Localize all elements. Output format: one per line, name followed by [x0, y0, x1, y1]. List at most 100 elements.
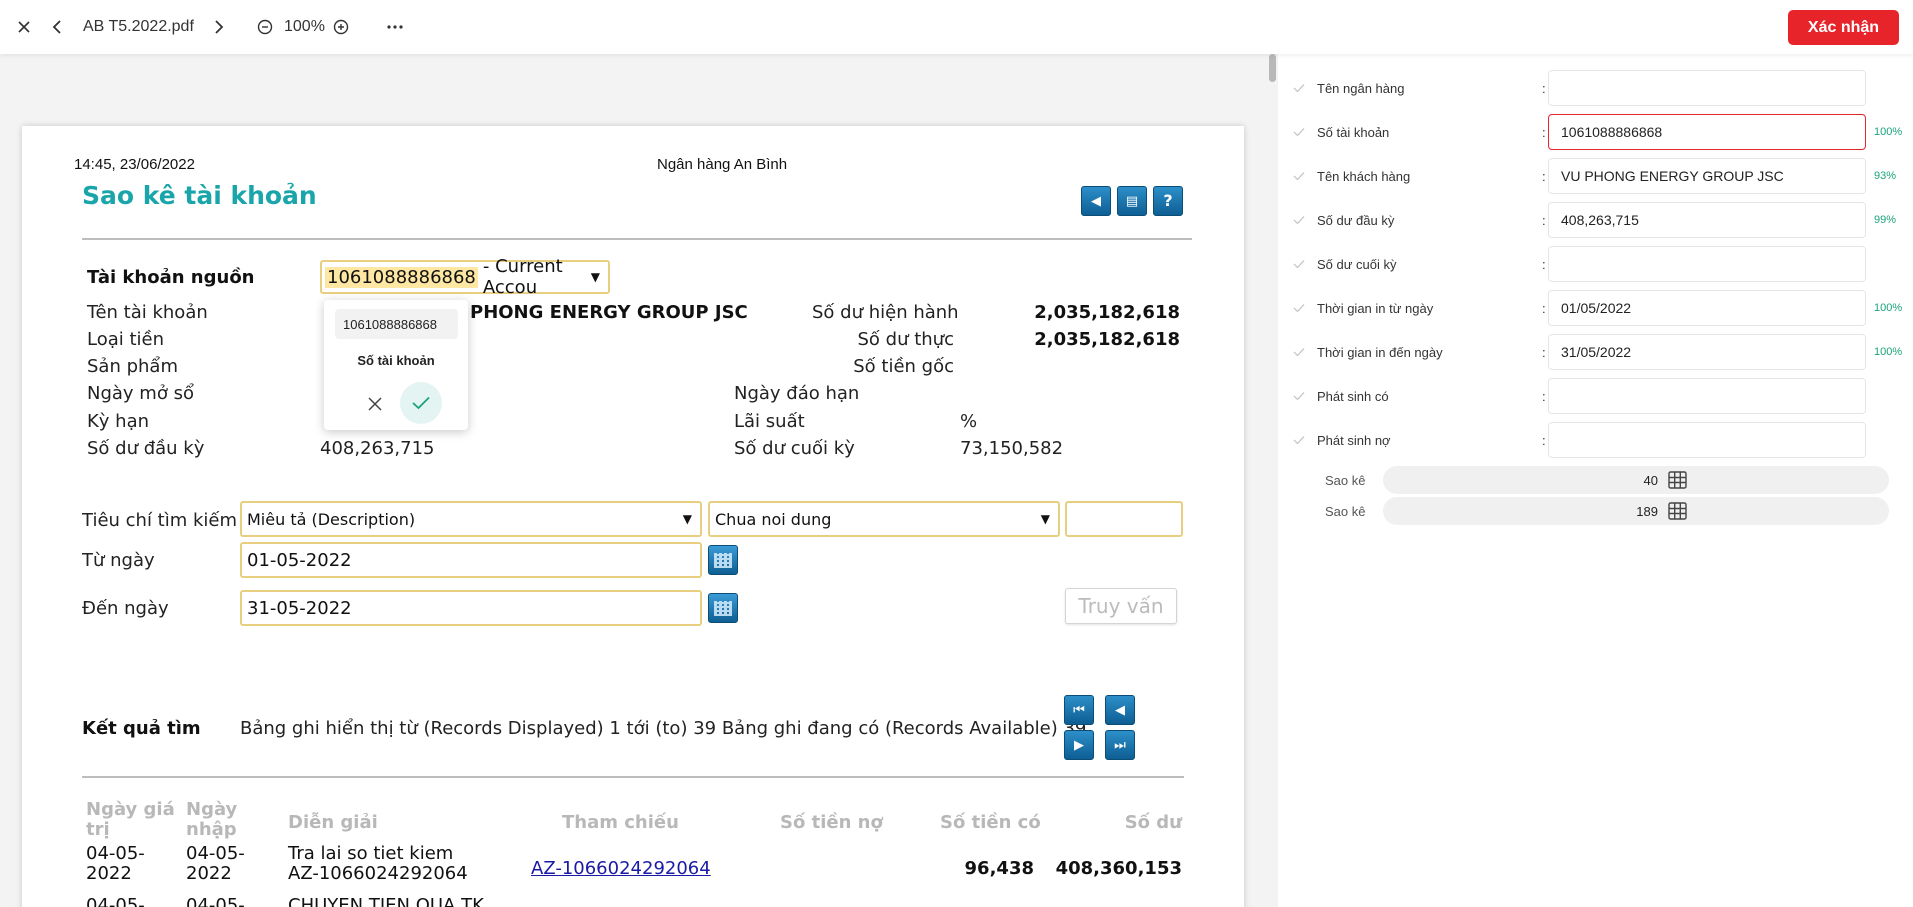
field-label: Số dư đầu kỳ: [1317, 212, 1395, 228]
row-credit: 96,438: [964, 858, 1034, 879]
table-header-value-date: Ngày giá trị: [86, 799, 175, 840]
print-time: 14:45, 23/06/2022: [74, 156, 195, 173]
from-date-input[interactable]: 01-05-2022: [240, 542, 702, 578]
field-colon: :: [1542, 212, 1546, 228]
table-grid-icon[interactable]: [1668, 502, 1687, 520]
open-date-label: Ngày mở sổ: [87, 383, 194, 404]
criteria-select[interactable]: Miêu tả (Description) ▼: [240, 501, 702, 537]
field-assign-popup: 1061088886868 Số tài khoản: [324, 300, 468, 430]
statement-count: 189: [1636, 503, 1658, 519]
print-icon[interactable]: ▤: [1117, 186, 1147, 216]
statement-row[interactable]: Sao kê 40: [1278, 466, 1913, 494]
bank-name-field[interactable]: [1548, 70, 1866, 106]
document-page: 14:45, 23/06/2022 Ngân hàng An Bình Sao …: [22, 126, 1244, 907]
help-icon[interactable]: ?: [1153, 186, 1183, 216]
row-reference-link[interactable]: AZ-1066024292064: [531, 858, 711, 879]
actual-balance-value: 2,035,182,618: [1034, 329, 1180, 350]
statement-count: 40: [1643, 472, 1658, 488]
field-label: Thời gian in từ ngày: [1317, 300, 1434, 316]
print-from-date-field[interactable]: 01/05/2022: [1548, 290, 1866, 326]
interest-label: Lãi suất: [734, 411, 805, 432]
closing-balance-field[interactable]: [1548, 246, 1866, 282]
field-confidence: 99%: [1874, 214, 1897, 226]
field-confidence: 100%: [1874, 126, 1903, 138]
next-page-icon[interactable]: ▶: [1064, 730, 1094, 760]
check-icon: [1293, 348, 1305, 357]
field-colon: :: [1542, 300, 1546, 316]
viewer-scrollbar-thumb[interactable]: [1269, 54, 1276, 82]
popup-field-label: Số tài khoản: [357, 353, 435, 368]
to-date-value: 31-05-2022: [247, 597, 352, 619]
last-page-icon[interactable]: ⏭: [1105, 730, 1135, 760]
field-row-account-number: Số tài khoản : 1061088886868 100%: [1278, 114, 1913, 150]
results-label: Kết quả tìm: [82, 718, 201, 739]
viewer-scrollbar[interactable]: [1266, 54, 1278, 907]
to-date-input[interactable]: 31-05-2022: [240, 590, 702, 626]
chevron-down-icon: ▼: [1040, 512, 1050, 526]
statement-label: Sao kê: [1325, 503, 1366, 519]
currency-label: Loại tiền: [87, 329, 165, 350]
popup-confirm-icon[interactable]: [400, 382, 442, 424]
table-header-debit: Số tiền nợ: [780, 812, 883, 833]
search-criteria-label: Tiêu chí tìm kiếm: [82, 510, 238, 531]
principal-label: Số tiền gốc: [853, 356, 954, 377]
check-icon: [1293, 436, 1305, 445]
field-label: Tên khách hàng: [1317, 168, 1411, 184]
more-options-icon[interactable]: [384, 0, 406, 54]
check-icon: [1293, 216, 1305, 225]
table-header-credit: Số tiền có: [940, 812, 1041, 833]
interest-unit: %: [960, 411, 978, 432]
previous-file-icon[interactable]: [44, 0, 70, 54]
statement-label: Sao kê: [1325, 472, 1366, 488]
maturity-label: Ngày đáo hạn: [734, 383, 860, 404]
query-button[interactable]: Truy vấn: [1065, 588, 1177, 624]
confirm-button[interactable]: Xác nhận: [1788, 10, 1899, 45]
document-viewer[interactable]: 14:45, 23/06/2022 Ngân hàng An Bình Sao …: [0, 54, 1278, 907]
content-select-value: Chua noi dung: [715, 509, 832, 529]
field-colon: :: [1542, 432, 1546, 448]
chevron-down-icon: ▼: [682, 512, 692, 526]
extraction-panel: Tên ngân hàng : Số tài khoản : 106108888…: [1278, 54, 1913, 907]
first-page-icon[interactable]: ⏮: [1064, 695, 1094, 725]
check-icon: [1293, 84, 1305, 93]
next-file-icon[interactable]: [206, 0, 232, 54]
previous-page-icon[interactable]: ◀: [1105, 695, 1135, 725]
back-icon[interactable]: ◀: [1081, 186, 1111, 216]
statement-pill[interactable]: 40: [1383, 466, 1889, 494]
debit-total-field[interactable]: [1548, 422, 1866, 458]
calendar-icon[interactable]: [708, 545, 738, 575]
calendar-icon[interactable]: [708, 593, 738, 623]
field-colon: :: [1542, 256, 1546, 272]
records-text: Bảng ghi hiển thị từ (Records Displayed)…: [240, 718, 1087, 739]
title-divider: [82, 238, 1192, 240]
row-entry-date: 04-05-: [186, 895, 245, 907]
print-to-date-field[interactable]: 31/05/2022: [1548, 334, 1866, 370]
field-colon: :: [1542, 80, 1546, 96]
popup-cancel-icon[interactable]: [364, 393, 386, 415]
field-row-credit-total: Phát sinh có :: [1278, 378, 1913, 414]
search-text-input[interactable]: [1065, 501, 1183, 537]
opening-balance-field[interactable]: 408,263,715: [1548, 202, 1866, 238]
field-row-opening-balance: Số dư đầu kỳ : 408,263,715 99%: [1278, 202, 1913, 238]
row-value-date: 04-05-2022: [86, 843, 145, 884]
account-name-value: PHONG ENERGY GROUP JSC: [470, 302, 748, 323]
zoom-out-icon[interactable]: [254, 0, 276, 54]
credit-total-field[interactable]: [1548, 378, 1866, 414]
row-value-date: 04-05-: [86, 895, 145, 907]
zoom-in-icon[interactable]: [330, 0, 352, 54]
content-select[interactable]: Chua noi dung ▼: [708, 501, 1060, 537]
account-number-field[interactable]: 1061088886868: [1548, 114, 1866, 150]
source-account-select[interactable]: 1061088886868 - Current Accou ▼: [320, 256, 610, 298]
field-row-closing-balance: Số dư cuối kỳ :: [1278, 246, 1913, 282]
close-icon[interactable]: [10, 0, 38, 54]
customer-name-field[interactable]: VU PHONG ENERGY GROUP JSC: [1548, 158, 1866, 194]
field-confidence: 100%: [1874, 302, 1903, 314]
field-colon: :: [1542, 168, 1546, 184]
row-description: CHUYEN TIEN QUA TK: [288, 895, 484, 907]
bank-name: Ngân hàng An Bình: [657, 156, 788, 173]
table-header-reference: Tham chiếu: [562, 812, 679, 833]
statement-row[interactable]: Sao kê 189: [1278, 497, 1913, 525]
table-grid-icon[interactable]: [1668, 471, 1687, 489]
statement-pill[interactable]: 189: [1383, 497, 1889, 525]
check-icon: [1293, 392, 1305, 401]
